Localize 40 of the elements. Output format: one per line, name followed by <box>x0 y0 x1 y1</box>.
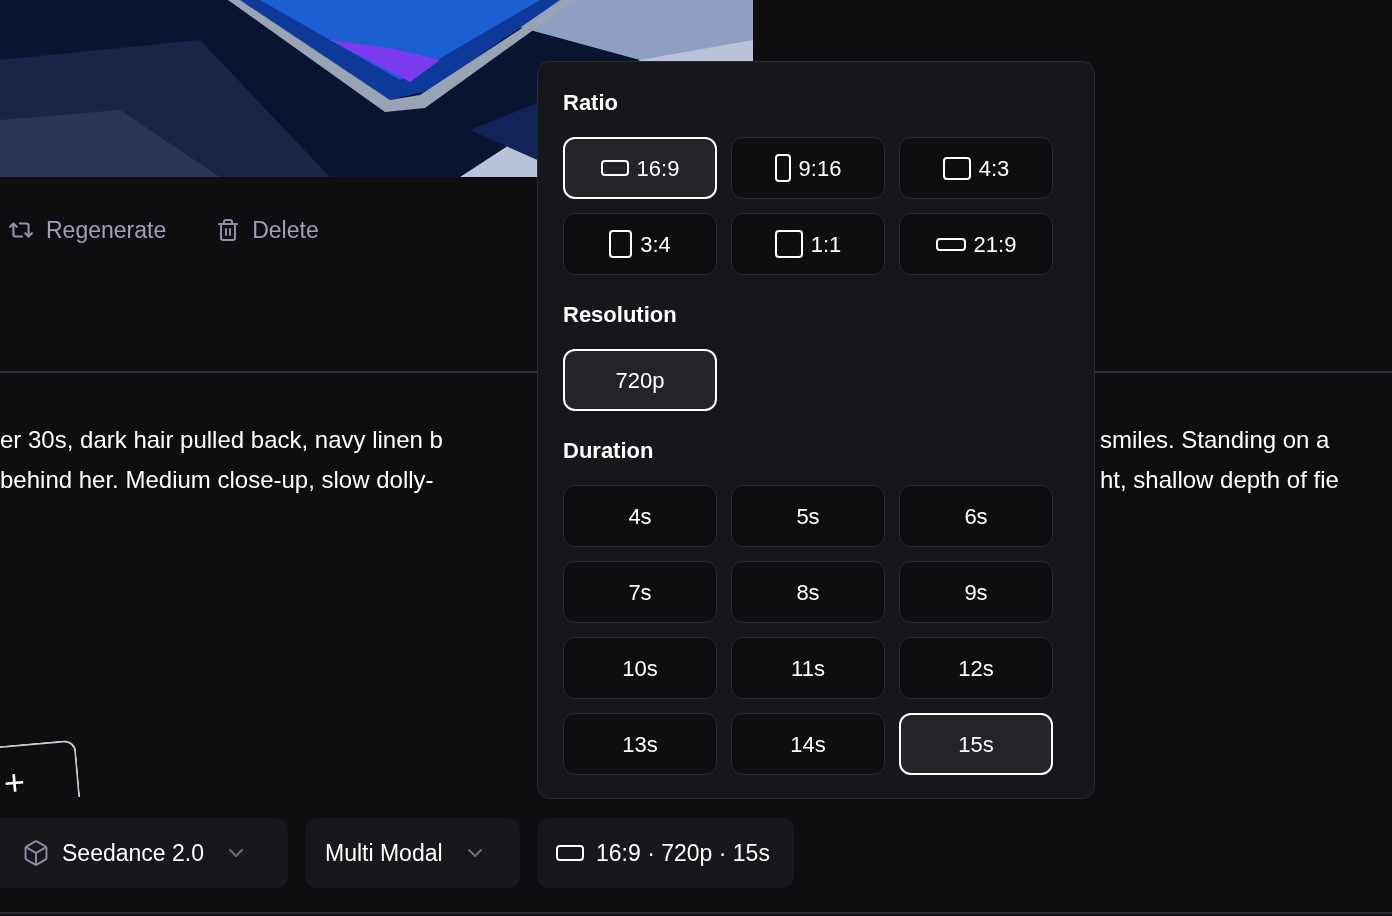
mode-dropdown[interactable]: Multi Modal <box>305 818 520 888</box>
regenerate-button[interactable]: Regenerate <box>8 212 167 248</box>
prompt-text: smiles. Standing on a <box>1100 425 1331 455</box>
cube-icon <box>22 839 50 867</box>
option-button[interactable]: 14s <box>731 713 885 775</box>
option-button[interactable]: 21:9 <box>899 213 1053 275</box>
option-button[interactable]: 7s <box>563 561 717 623</box>
aspect-ratio-icon <box>942 156 971 180</box>
option-button[interactable]: 1:1 <box>731 213 885 275</box>
option-button[interactable]: 6s <box>899 485 1053 547</box>
aspect-ratio-icon <box>556 845 584 861</box>
aspect-ratio-icon <box>935 237 966 251</box>
prompt-text: behind her. Medium close-up, slow dolly- <box>0 465 435 495</box>
option-button[interactable]: 9s <box>899 561 1053 623</box>
section-title: Ratio <box>563 89 619 117</box>
option-button[interactable]: 12s <box>899 637 1053 699</box>
option-button[interactable]: 11s <box>731 637 885 699</box>
model-dropdown[interactable]: Seedance 2.0 <box>0 818 288 888</box>
prompt-text: ht, shallow depth of fie <box>1100 465 1340 495</box>
section-title: Resolution <box>563 301 678 329</box>
settings-button[interactable]: 16:9 · 720p · 15s <box>537 818 794 888</box>
option-button[interactable]: 10s <box>563 637 717 699</box>
option-button[interactable]: 5s <box>731 485 885 547</box>
trash-icon <box>216 218 241 242</box>
aspect-ratio-icon <box>600 160 629 176</box>
option-button[interactable]: 15s <box>899 713 1053 775</box>
option-button[interactable]: 8s <box>731 561 885 623</box>
delete-button[interactable]: Delete <box>216 212 319 248</box>
option-button[interactable]: 4:3 <box>899 137 1053 199</box>
option-button[interactable]: 720p <box>563 349 717 411</box>
aspect-ratio-icon <box>774 154 791 182</box>
aspect-ratio-icon <box>609 230 633 258</box>
section-title: Duration <box>563 437 655 465</box>
prompt-text: er 30s, dark hair pulled back, navy linen b <box>0 425 444 455</box>
aspect-ratio-icon <box>774 230 803 258</box>
option-button[interactable]: 9:16 <box>731 137 885 199</box>
option-button[interactable]: 16:9 <box>563 137 717 199</box>
option-button[interactable]: 4s <box>563 485 717 547</box>
option-button[interactable]: 13s <box>563 713 717 775</box>
option-button[interactable]: 3:4 <box>563 213 717 275</box>
